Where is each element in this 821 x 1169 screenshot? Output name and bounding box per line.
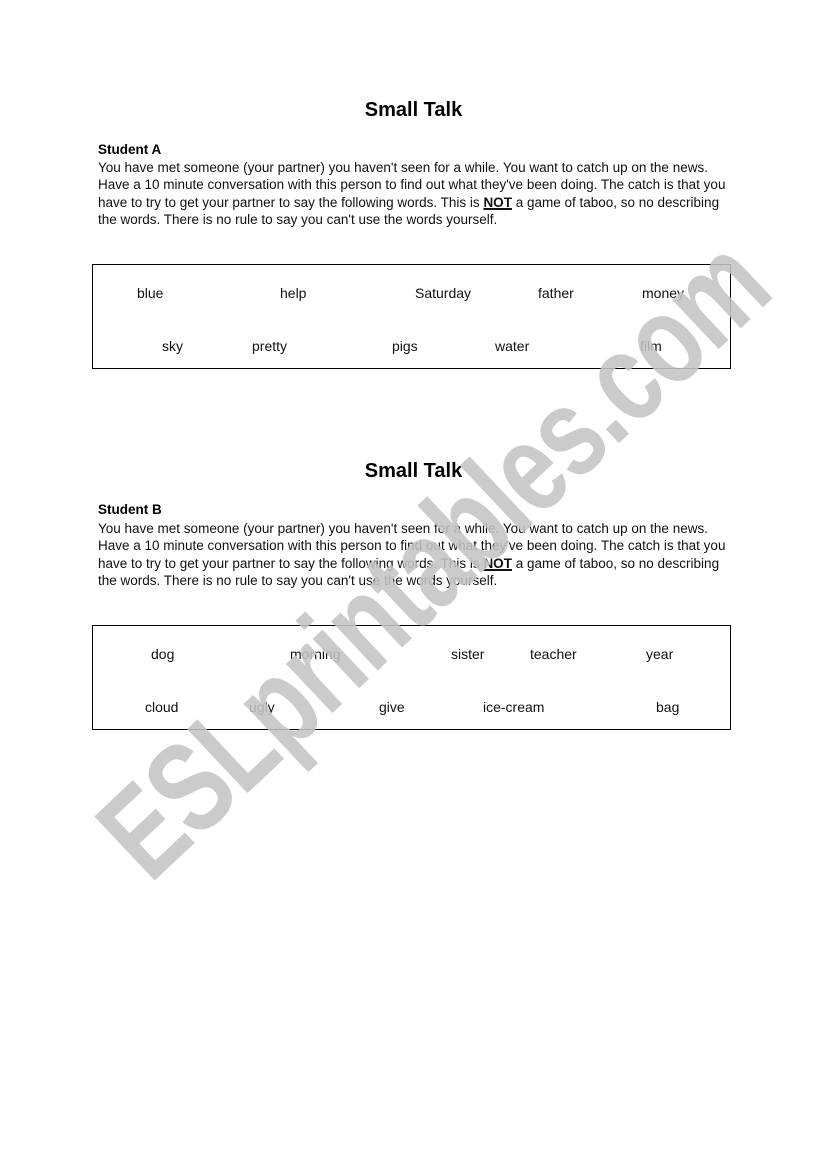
target-word: Saturday — [415, 285, 472, 301]
word-box-student-b: dog morning sister teacher year cloud ug… — [92, 625, 731, 730]
target-word: year — [646, 646, 674, 662]
target-word: ugly — [249, 699, 275, 715]
target-word: teacher — [530, 646, 577, 662]
word-box-student-a: blue help Saturday father money sky pret… — [92, 264, 731, 369]
instructions-paragraph: You have met someone (your partner) you … — [98, 520, 738, 590]
instructions-emphasis: NOT — [483, 194, 512, 210]
student-label: Student B — [98, 502, 162, 517]
instructions-emphasis: NOT — [483, 555, 512, 571]
target-word: blue — [137, 285, 164, 301]
target-word: give — [379, 699, 405, 715]
target-word: water — [495, 338, 530, 354]
target-word: dog — [151, 646, 175, 662]
target-word: help — [280, 285, 307, 301]
worksheet-title: Small Talk — [364, 99, 463, 121]
target-word: pretty — [252, 338, 288, 354]
target-word: ice-cream — [483, 699, 545, 715]
target-word: sister — [451, 646, 485, 662]
worksheet-title: Small Talk — [364, 460, 463, 482]
target-word: money — [642, 285, 685, 301]
student-label: Student A — [98, 142, 162, 157]
target-word: morning — [290, 646, 341, 662]
target-word: pigs — [392, 338, 418, 354]
target-word: cloud — [145, 699, 179, 715]
target-word: sky — [162, 338, 183, 354]
target-word: bag — [656, 699, 680, 715]
target-word: film — [640, 338, 662, 354]
target-word: father — [538, 285, 574, 301]
instructions-paragraph: You have met someone (your partner) you … — [98, 159, 738, 229]
